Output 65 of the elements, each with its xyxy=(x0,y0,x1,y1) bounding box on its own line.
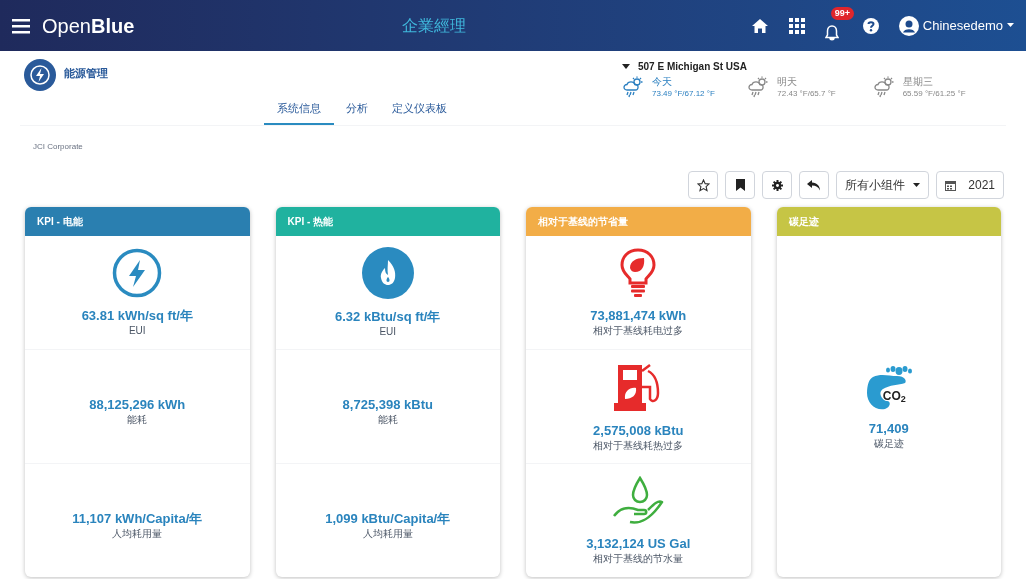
metric-value: 63.81 kWh/sq ft/年 xyxy=(81,306,193,325)
weather-temperature: 65.59 °F/61.25 °F xyxy=(902,88,966,99)
card-header: KPI - 电能 xyxy=(25,207,250,236)
metric-label: 能耗 xyxy=(127,414,148,427)
metric-value: 11,107 kWh/Capita/年 xyxy=(72,509,203,528)
page-title: 企業經理 xyxy=(402,15,466,36)
weather-day[interactable]: 今天 xyxy=(652,76,715,89)
weather-temperature: 73.49 °F/67.12 °F xyxy=(652,88,715,99)
metric-label: 能耗 xyxy=(377,414,398,427)
menu-icon[interactable] xyxy=(12,17,30,34)
metric-label: EUI xyxy=(379,326,397,339)
energy-logo-icon xyxy=(24,59,56,91)
avatar-icon[interactable] xyxy=(898,15,919,36)
star-icon xyxy=(696,178,710,192)
metric-label: 人均耗用量 xyxy=(362,528,413,541)
tab[interactable]: 系统信息 xyxy=(264,93,334,125)
metric-label: 碳足迹 xyxy=(873,438,904,451)
metric-label: EUI xyxy=(128,325,146,338)
flame-icon xyxy=(361,246,414,299)
caret-icon[interactable] xyxy=(622,63,630,70)
favorite-button[interactable] xyxy=(688,171,719,199)
metric-label: 相对于基线耗热过多 xyxy=(593,440,684,453)
settings-button[interactable] xyxy=(762,171,793,199)
metric-label: 人均耗用量 xyxy=(112,528,163,541)
weather-day[interactable]: 星期三 xyxy=(902,76,966,89)
metric-value: 6.32 kBtu/sq ft/年 xyxy=(335,307,441,326)
weather-day[interactable]: 明天 xyxy=(777,76,836,89)
help-icon[interactable] xyxy=(862,17,879,34)
lightning-icon xyxy=(112,247,163,298)
co2-text: CO$_{2}$ xyxy=(882,387,906,405)
weather-location: 507 E Michigan St USA xyxy=(638,60,747,74)
calendar-icon xyxy=(945,179,957,191)
metric-label: 相对于基线耗电过多 xyxy=(593,325,684,338)
metric-value: 73,881,474 kWh xyxy=(590,306,687,325)
home-icon[interactable] xyxy=(750,17,769,34)
metric-value: 71,409 xyxy=(868,419,909,438)
metric-value: 2,575,008 kBtu xyxy=(593,421,684,440)
year-picker[interactable]: 2021 xyxy=(936,171,1004,199)
caret-icon xyxy=(1007,23,1014,28)
grid-icon[interactable] xyxy=(788,17,805,34)
app-logo: OpenBlue xyxy=(42,13,136,39)
caret-icon xyxy=(913,182,921,188)
metric-label: 相对于基线的节水量 xyxy=(593,553,684,566)
undo-button[interactable] xyxy=(799,171,830,199)
lightbulb-leaf-icon xyxy=(620,247,657,298)
breadcrumb: JCI Corporate xyxy=(32,141,84,153)
notification-badge: 99+ xyxy=(830,6,855,20)
metric-value: 1,099 kBtu/Capita/年 xyxy=(325,509,451,528)
bookmark-button[interactable] xyxy=(725,171,756,199)
bell-icon[interactable] xyxy=(824,24,839,41)
tab[interactable]: 定义仪表板 xyxy=(380,93,459,125)
card-header: KPI - 热能 xyxy=(275,207,500,236)
metric-value: 8,725,398 kBtu xyxy=(342,395,433,414)
card-header: 碳足迹 xyxy=(776,207,1001,236)
card-header: 相对于基线的节省量 xyxy=(526,207,751,236)
user-menu[interactable]: Chinesedemo xyxy=(922,15,1014,36)
tab[interactable]: 分析 xyxy=(334,93,380,125)
app-title: 能源管理 xyxy=(64,66,108,81)
metric-value: 3,132,124 US Gal xyxy=(586,534,691,553)
undo-icon xyxy=(807,179,822,191)
widgets-dropdown[interactable]: 所有小组件 xyxy=(836,171,930,199)
settings-icon xyxy=(771,179,783,191)
bookmark-icon xyxy=(735,179,745,191)
metric-value: 88,125,296 kWh xyxy=(89,395,186,414)
weather-temperature: 72.43 °F/65.7 °F xyxy=(777,88,836,99)
